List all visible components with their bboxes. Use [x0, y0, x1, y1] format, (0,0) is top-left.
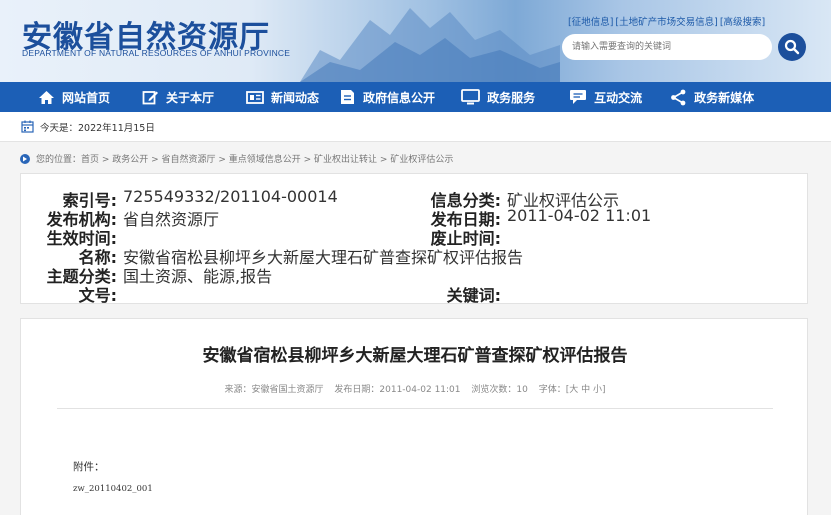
- article-title: 安徽省宿松县柳坪乡大新屋大理石矿普查探矿权评估报告: [202, 346, 628, 366]
- nav-item-news[interactable]: 新闻动态: [246, 82, 319, 112]
- document-meta: 索引号: 725549332/201104-00014 信息分类: 矿业权评估公…: [20, 173, 808, 305]
- main-nav: 网站首页 关于本厅 新闻动态 政府信息公开 政务服务 互动交流 政务新媒体: [0, 82, 831, 112]
- nav-item-gov-info[interactable]: 政府信息公开: [339, 82, 435, 112]
- nav-item-home[interactable]: 网站首页: [38, 82, 110, 112]
- search-input[interactable]: [562, 34, 772, 60]
- article-date: 发布日期：2011-04-02 11:01: [334, 385, 461, 395]
- meta-value-publisher: 省自然资源厅: [123, 210, 220, 229]
- divider: [57, 408, 773, 409]
- top-link-land-acquisition[interactable]: [征地信息]: [568, 17, 613, 28]
- meta-value-index: 725549332/201104-00014: [123, 187, 338, 206]
- nav-label: 政务新媒体: [694, 90, 755, 105]
- nav-label: 关于本厅: [166, 90, 215, 105]
- article-body: 安徽省宿松县柳坪乡大新屋大理石矿普查探矿权评估报告 来源：安徽省国土资源厅 发布…: [20, 318, 808, 515]
- chat-icon: [570, 90, 587, 104]
- monitor-icon: [461, 89, 480, 105]
- mountain-illustration: [300, 8, 560, 82]
- document-icon: [341, 90, 355, 104]
- nav-label: 互动交流: [594, 90, 643, 105]
- meta-value-topic: 国土资源、能源,报告: [123, 267, 273, 286]
- nav-item-interaction[interactable]: 互动交流: [569, 82, 642, 112]
- meta-label-docno: 文号:: [78, 286, 117, 305]
- nav-item-new-media[interactable]: 政务新媒体: [670, 82, 754, 112]
- nav-label: 新闻动态: [271, 90, 320, 105]
- top-link-market-trading[interactable]: [土地矿产市场交易信息]: [615, 17, 717, 28]
- nav-item-about[interactable]: 关于本厅: [142, 82, 214, 112]
- top-links: [征地信息] [土地矿产市场交易信息] [高级搜索]: [568, 14, 767, 28]
- site-subtitle-en: DEPARTMENT OF NATURAL RESOURCES OF ANHUI…: [22, 48, 291, 58]
- breadcrumb: 您的位置：首页 > 政务公开 > 省自然资源厅 > 重点领域信息公开 > 矿业权…: [20, 152, 453, 165]
- today-date: 今天是：2022年11月15日: [40, 123, 155, 134]
- meta-label-keywords: 关键词:: [446, 286, 501, 305]
- attachment-link[interactable]: zw_20110402_001: [73, 484, 153, 494]
- nav-label: 政府信息公开: [363, 90, 436, 105]
- search-button[interactable]: [778, 33, 806, 61]
- nav-item-services[interactable]: 政务服务: [461, 82, 535, 112]
- share-icon: [671, 89, 686, 105]
- font-size-label: 字体：: [538, 385, 566, 395]
- top-link-advanced-search[interactable]: [高级搜索]: [720, 17, 765, 28]
- home-icon: [39, 90, 54, 104]
- meta-value-pubdate: 2011-04-02 11:01: [507, 206, 652, 225]
- breadcrumb-text[interactable]: 您的位置：首页 > 政务公开 > 省自然资源厅 > 重点领域信息公开 > 矿业权…: [36, 152, 453, 165]
- header-banner: 安徽省自然资源厅 DEPARTMENT OF NATURAL RESOURCES…: [0, 0, 831, 82]
- location-icon: [20, 153, 30, 164]
- article-source: 来源：安徽省国土资源厅: [224, 385, 324, 395]
- font-size-options[interactable]: [大 中 小]: [566, 385, 606, 395]
- attachment-label: 附件：: [73, 461, 105, 473]
- nav-label: 政务服务: [487, 90, 536, 105]
- nav-label: 网站首页: [62, 90, 111, 105]
- calendar-icon: [21, 120, 34, 133]
- article-views: 浏览次数：10: [471, 385, 528, 395]
- search-icon: [784, 39, 800, 55]
- newspaper-icon: [246, 90, 264, 104]
- edit-icon: [142, 90, 159, 104]
- article-info: 来源：安徽省国土资源厅 发布日期：2011-04-02 11:01 浏览次数：1…: [21, 382, 809, 395]
- date-bar: 今天是：2022年11月15日: [0, 112, 831, 142]
